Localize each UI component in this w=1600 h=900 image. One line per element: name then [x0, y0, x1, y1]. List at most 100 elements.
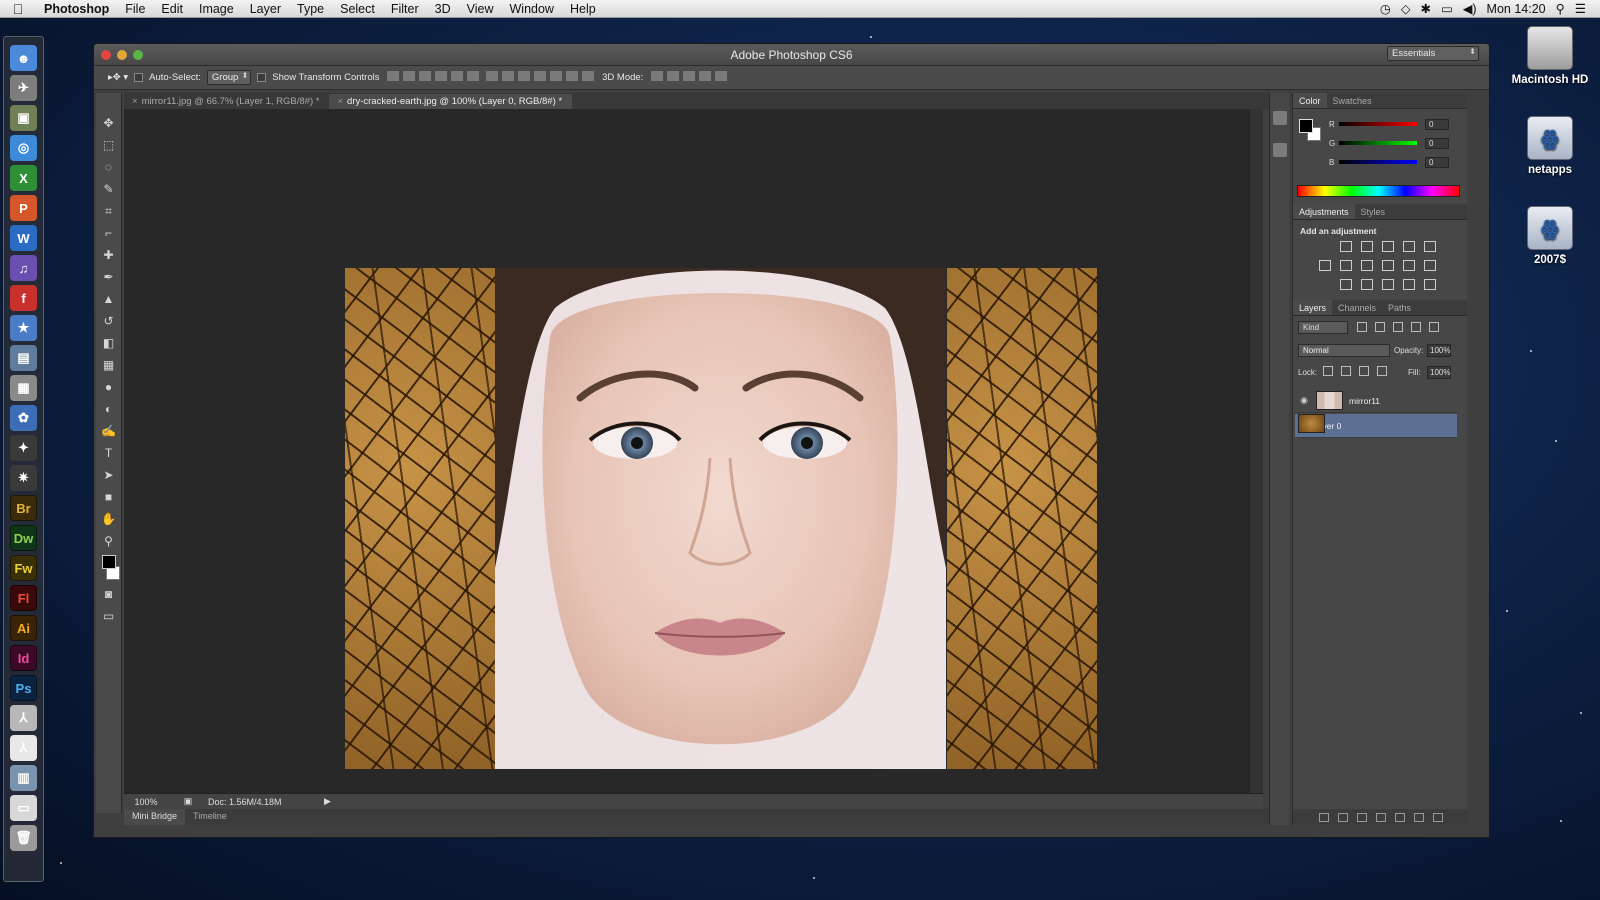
menu-view[interactable]: View: [459, 2, 502, 16]
safari-icon[interactable]: ◎: [10, 135, 37, 161]
layer-style-icon[interactable]: [1337, 812, 1348, 822]
bluetooth-icon[interactable]: ✱: [1420, 1, 1430, 16]
tab-mirror11[interactable]: × mirror11.jpg @ 66.7% (Layer 1, RGB/8#) …: [124, 94, 329, 109]
close-tab-icon[interactable]: ×: [132, 96, 138, 107]
document-canvas[interactable]: [345, 268, 1097, 769]
imovie-icon[interactable]: ★: [10, 315, 37, 341]
show-transform-checkbox[interactable]: [257, 73, 267, 82]
quick-mask-icon[interactable]: ◙: [100, 586, 117, 602]
menu-3d[interactable]: 3D: [427, 2, 459, 16]
red-value[interactable]: 0: [1425, 118, 1449, 130]
align-vcenter-icon[interactable]: [403, 71, 416, 81]
lock-image-icon[interactable]: [1341, 366, 1351, 376]
path-select-tool-icon[interactable]: ➤: [100, 467, 117, 483]
bridge-icon[interactable]: Br: [10, 495, 37, 521]
eyedropper-tool-icon[interactable]: ⌐: [100, 225, 117, 241]
photoshop-icon[interactable]: Ps: [10, 675, 37, 701]
zoom-level[interactable]: 100%: [124, 797, 168, 807]
list-icon[interactable]: ☰: [1575, 1, 1586, 16]
dodge-tool-icon[interactable]: ◐: [100, 401, 117, 417]
type-tool-icon[interactable]: T: [100, 445, 117, 461]
levels-icon[interactable]: [1361, 241, 1373, 252]
network-icon[interactable]: ✦: [10, 435, 37, 461]
crop-tool-icon[interactable]: ⌗: [100, 203, 117, 219]
flash-icon[interactable]: f: [10, 285, 37, 311]
zoom-tool-icon[interactable]: ⚲: [100, 533, 117, 549]
new-adjustment-icon[interactable]: [1375, 812, 1386, 822]
visibility-eye-icon[interactable]: ◉: [1295, 395, 1313, 406]
distribute-hcenter-icon[interactable]: [550, 71, 563, 81]
green-slider[interactable]: [1339, 141, 1417, 145]
menu-filter[interactable]: Filter: [383, 2, 427, 16]
auto-select-dropdown[interactable]: Group: [206, 70, 252, 85]
status-menu-arrow-icon[interactable]: ▶: [324, 796, 331, 807]
green-value[interactable]: 0: [1425, 137, 1449, 149]
gradient-map-icon[interactable]: [1403, 279, 1415, 290]
indesign-icon[interactable]: Id: [10, 645, 37, 671]
filter-smart-object-icon[interactable]: [1429, 322, 1439, 332]
distribute-top-icon[interactable]: [486, 71, 499, 81]
align-top-icon[interactable]: [387, 71, 400, 81]
iphoto-icon[interactable]: ✿: [10, 405, 37, 431]
desktop-icon-netapps[interactable]: ꙮ netapps: [1510, 116, 1590, 176]
3d-pan-icon[interactable]: [683, 71, 696, 81]
tab-timeline[interactable]: Timeline: [185, 809, 235, 825]
move-tool-preset-icon[interactable]: ▸✥ ▾: [108, 72, 128, 83]
align-bottom-icon[interactable]: [419, 71, 432, 81]
preview-icon[interactable]: ▤: [10, 345, 37, 371]
align-hcenter-icon[interactable]: [451, 71, 464, 81]
illustrator-icon[interactable]: Ai: [10, 615, 37, 641]
fireworks-icon[interactable]: Fw: [10, 555, 37, 581]
acrobat-reader-icon[interactable]: ⅄: [10, 735, 37, 761]
marquee-tool-icon[interactable]: ⬚: [100, 137, 117, 153]
menu-type[interactable]: Type: [289, 2, 332, 16]
lock-transparent-icon[interactable]: [1323, 366, 1333, 376]
menu-layer[interactable]: Layer: [242, 2, 289, 16]
channel-mixer-icon[interactable]: [1403, 260, 1415, 271]
3d-rotate-icon[interactable]: [651, 71, 664, 81]
tab-adjustments[interactable]: Adjustments: [1293, 204, 1355, 219]
quick-select-tool-icon[interactable]: ✎: [100, 181, 117, 197]
window-titlebar[interactable]: Adobe Photoshop CS6: [94, 44, 1489, 66]
auto-select-checkbox[interactable]: [134, 73, 144, 82]
desktop-icon-2007[interactable]: ꙮ 2007$: [1510, 206, 1590, 266]
system-preferences-icon[interactable]: ▥: [10, 765, 37, 791]
blend-mode-dropdown[interactable]: Normal: [1298, 344, 1390, 357]
launchpad-icon[interactable]: ✈: [10, 75, 37, 101]
tab-paths[interactable]: Paths: [1382, 300, 1417, 315]
workspace-switcher[interactable]: Essentials: [1387, 46, 1479, 61]
acrobat-icon[interactable]: ⅄: [10, 705, 37, 731]
delete-layer-icon[interactable]: [1432, 812, 1443, 822]
desktop-icon-macintosh-hd[interactable]: Macintosh HD: [1510, 26, 1590, 86]
stamp-tool-icon[interactable]: ▲: [100, 291, 117, 307]
tab-dry-cracked-earth[interactable]: × dry-cracked-earth.jpg @ 100% (Layer 0, …: [329, 94, 573, 109]
close-tab-icon[interactable]: ×: [337, 96, 343, 107]
blur-tool-icon[interactable]: ●: [100, 379, 117, 395]
gradient-tool-icon[interactable]: ▦: [100, 357, 117, 373]
tab-color[interactable]: Color: [1293, 93, 1327, 108]
distribute-right-icon[interactable]: [566, 71, 579, 81]
distribute-vcenter-icon[interactable]: [502, 71, 515, 81]
3d-scale-icon[interactable]: [715, 71, 728, 81]
healing-tool-icon[interactable]: ✚: [100, 247, 117, 263]
canvas-area[interactable]: [124, 109, 1249, 793]
brush-tool-icon[interactable]: ✒: [100, 269, 117, 285]
photo-booth-icon[interactable]: ▦: [10, 375, 37, 401]
trash-icon[interactable]: 🗑: [10, 825, 37, 851]
threshold-icon[interactable]: [1382, 279, 1394, 290]
image-capture-icon[interactable]: ▣: [10, 105, 37, 131]
3d-roll-icon[interactable]: [667, 71, 680, 81]
move-tool-icon[interactable]: ✥: [100, 115, 117, 131]
posterize-icon[interactable]: [1361, 279, 1373, 290]
history-brush-tool-icon[interactable]: ↺: [100, 313, 117, 329]
spotlight-icon[interactable]: ⚲: [1556, 1, 1565, 16]
black-white-icon[interactable]: [1361, 260, 1373, 271]
screen-mode-icon[interactable]: ▭: [100, 608, 117, 624]
blue-value[interactable]: 0: [1425, 156, 1449, 168]
volume-icon[interactable]: ◀): [1463, 1, 1477, 16]
blue-slider[interactable]: [1339, 160, 1417, 164]
curves-icon[interactable]: [1382, 241, 1394, 252]
distribute-left-icon[interactable]: [534, 71, 547, 81]
selective-color-icon[interactable]: [1424, 279, 1436, 290]
time-machine-icon[interactable]: ◷: [1380, 1, 1391, 16]
